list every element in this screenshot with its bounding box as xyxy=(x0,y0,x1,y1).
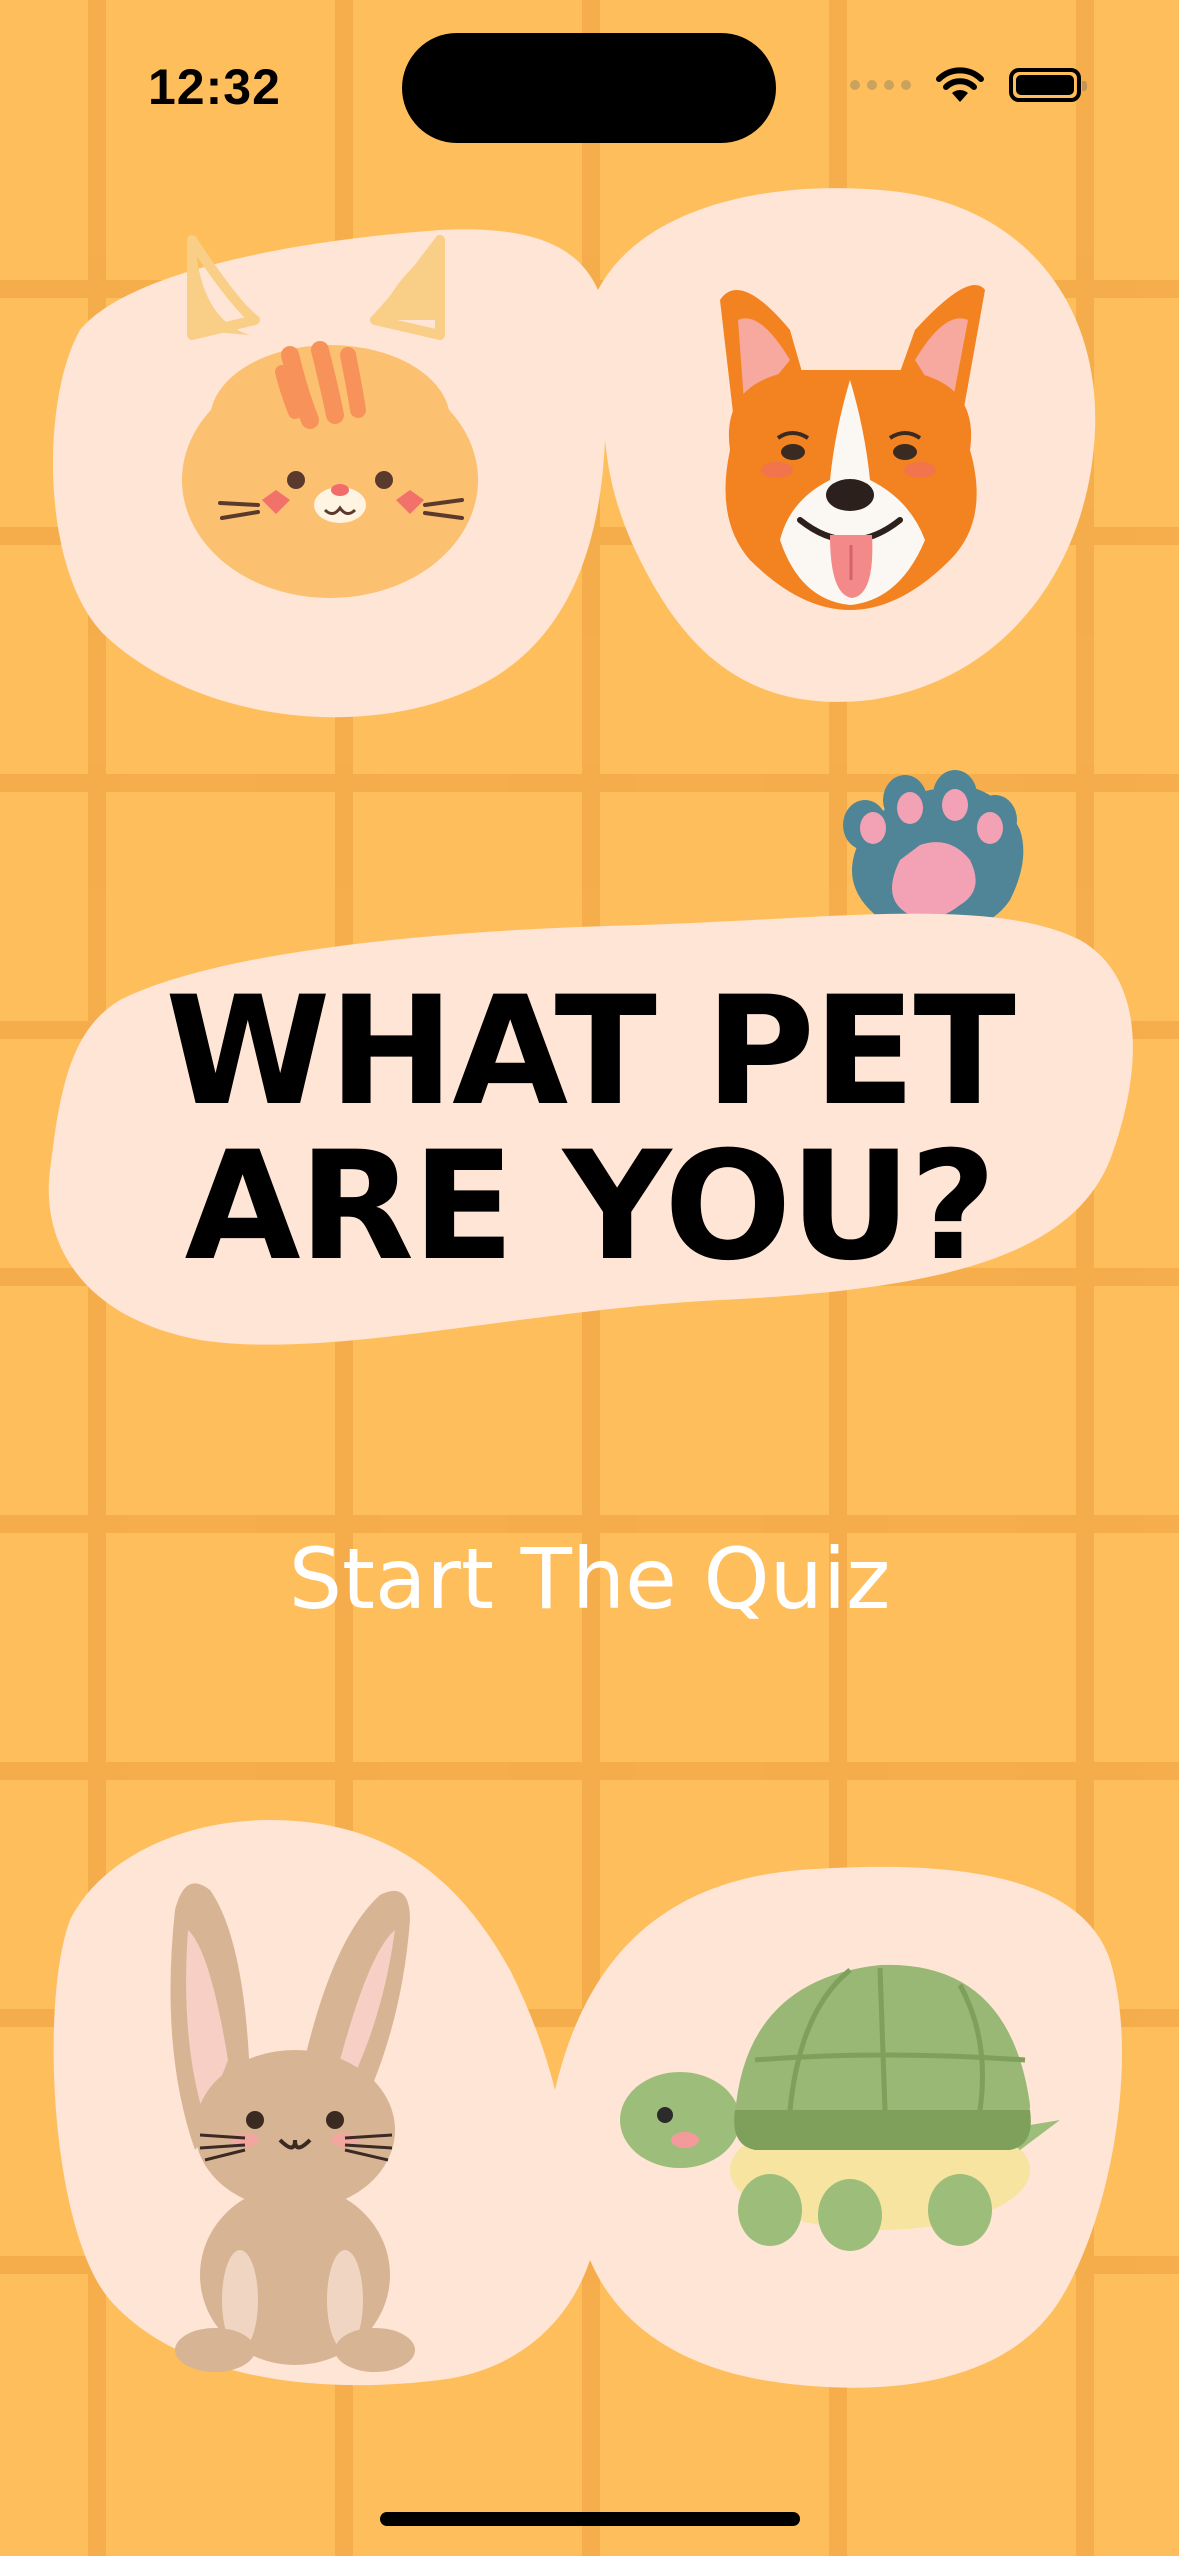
quiz-title: WHAT PET ARE YOU? xyxy=(0,975,1179,1285)
paw-print-icon xyxy=(843,770,1024,936)
quiz-start-screen: 12:32 WHAT PET ARE YOU? Start The Quiz xyxy=(0,0,1179,2556)
quiz-title-line-1: WHAT PET xyxy=(165,965,1016,1139)
home-indicator[interactable] xyxy=(380,2512,800,2526)
start-quiz-button[interactable]: Start The Quiz xyxy=(0,1530,1179,1628)
quiz-title-line-2: ARE YOU? xyxy=(184,1120,997,1294)
